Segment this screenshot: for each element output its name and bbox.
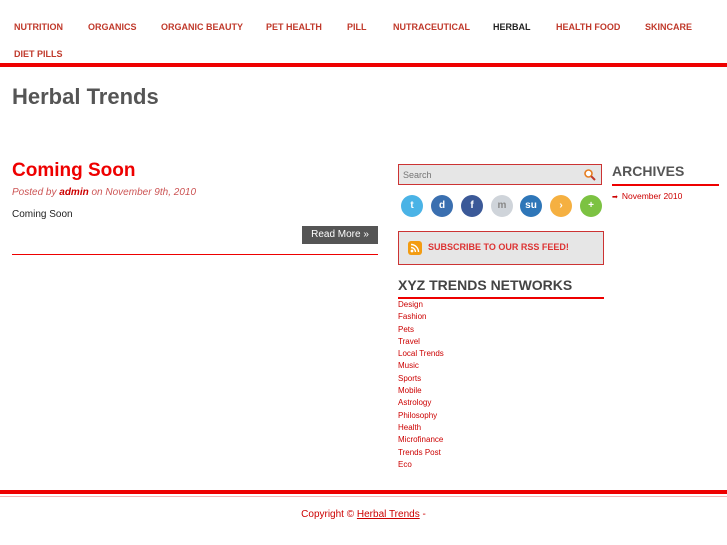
network-link[interactable]: Sports [398,373,444,385]
network-link[interactable]: Health [398,422,444,434]
stumbleupon-icon[interactable]: su [520,195,542,217]
network-link[interactable]: Travel [398,336,444,348]
footer-copyright: Copyright © Herbal Trends - [0,509,727,520]
network-link[interactable]: Local Trends [398,348,444,360]
footer-divider-thin [0,496,727,497]
nav-item-organics[interactable]: ORGANICS [88,22,137,32]
myspace-icon[interactable]: m [491,195,513,217]
network-link[interactable]: Mobile [398,385,444,397]
network-link[interactable]: Fashion [398,311,444,323]
post-body: Coming Soon [12,209,73,220]
search-box [398,164,602,185]
archive-link[interactable]: ➡ November 2010 [612,191,682,201]
search-input[interactable] [403,167,573,182]
network-link[interactable]: Philosophy [398,410,444,422]
twitter-icon[interactable]: t [401,195,423,217]
nav-item-health-food[interactable]: HEALTH FOOD [556,22,620,32]
archive-link-label[interactable]: November 2010 [622,191,682,201]
read-more-button[interactable]: Read More » [302,226,378,244]
nav-item-pill[interactable]: PILL [347,22,367,32]
post-title[interactable]: Coming Soon [12,160,135,182]
facebook-icon[interactable]: f [461,195,483,217]
nav-divider [0,63,727,67]
network-link[interactable]: Music [398,360,444,372]
site-title[interactable]: Herbal Trends [12,84,159,110]
network-link[interactable]: Design [398,299,444,311]
add-icon[interactable]: + [580,195,602,217]
post-author[interactable]: admin [59,187,88,198]
archives-divider [612,184,719,186]
search-icon[interactable] [583,168,597,182]
nav-item-nutrition[interactable]: NUTRITION [14,22,63,32]
arrow-right-icon: ➡ [612,194,618,201]
nav-item-organic-beauty[interactable]: ORGANIC BEAUTY [161,22,243,32]
post-date: on November 9th, 2010 [91,187,197,198]
networks-heading: XYZ TRENDS NETWORKS [398,277,573,293]
nav-item-diet-pills[interactable]: DIET PILLS [14,49,63,59]
network-link[interactable]: Pets [398,324,444,336]
delicious-icon[interactable]: d [431,195,453,217]
rss-subscribe-box[interactable]: SUBSCRIBE TO OUR RSS FEED! [398,231,604,265]
footer-site-link[interactable]: Herbal Trends [357,509,420,520]
footer-divider [0,490,727,494]
network-link[interactable]: Eco [398,459,444,471]
share-icon[interactable]: › [550,195,572,217]
post-meta: Posted by admin on November 9th, 2010 [12,187,196,198]
archives-heading: ARCHIVES [612,163,685,179]
network-link[interactable]: Microfinance [398,434,444,446]
nav-item-nutraceutical[interactable]: NUTRACEUTICAL [393,22,470,32]
post-divider [12,254,378,255]
nav-item-herbal[interactable]: HERBAL [493,22,531,32]
footer-prefix: Copyright © [301,509,355,520]
footer-suffix: - [422,509,426,520]
network-link[interactable]: Astrology [398,397,444,409]
nav-item-pet-health[interactable]: PET HEALTH [266,22,322,32]
nav-item-skincare[interactable]: SKINCARE [645,22,692,32]
network-link[interactable]: Trends Post [398,447,444,459]
rss-icon [408,241,422,255]
rss-subscribe-label[interactable]: SUBSCRIBE TO OUR RSS FEED! [428,242,569,252]
networks-list: Design Fashion Pets Travel Local Trends … [398,299,444,471]
post-meta-prefix: Posted by [12,187,57,198]
top-navigation: NUTRITION ORGANICS ORGANIC BEAUTY PET HE… [0,0,727,62]
